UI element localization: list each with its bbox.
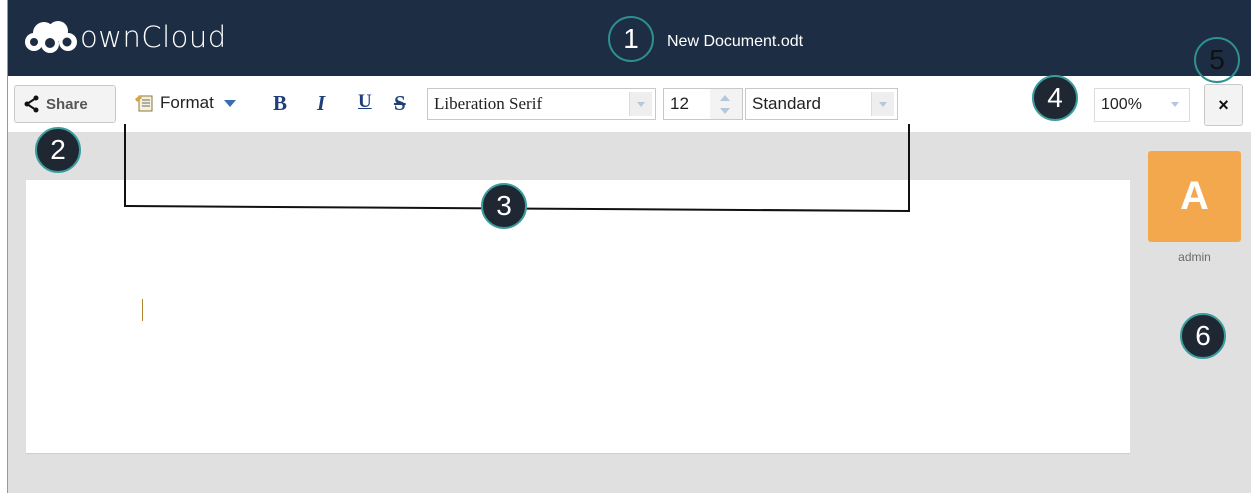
chevron-down-icon xyxy=(629,92,652,116)
format-label: Format xyxy=(160,93,214,112)
decrement-icon[interactable] xyxy=(720,108,730,114)
callout-6: 6 xyxy=(1180,313,1226,359)
user-name: admin xyxy=(1178,250,1211,264)
paragraph-style-select[interactable]: Standard xyxy=(745,88,898,120)
paragraph-style-value: Standard xyxy=(752,94,821,113)
callout-5: 5 xyxy=(1194,37,1240,83)
chevron-down-icon xyxy=(223,99,236,107)
owncloud-logo[interactable]: ownCloud xyxy=(22,12,227,62)
cloud-logo-icon xyxy=(25,21,77,53)
callout-3: 3 xyxy=(481,183,527,229)
strikethrough-button[interactable]: S xyxy=(394,91,406,116)
owncloud-documents-editor: ownCloud New Document.odt Share Format B… xyxy=(0,0,1251,493)
italic-button[interactable]: I xyxy=(317,91,325,116)
font-family-value: Liberation Serif xyxy=(434,94,543,113)
font-family-select[interactable]: Liberation Serif xyxy=(427,88,656,120)
document-title: New Document.odt xyxy=(667,33,804,50)
zoom-select[interactable]: 100% xyxy=(1094,88,1190,122)
logo-text: ownCloud xyxy=(80,20,227,54)
share-button[interactable]: Share xyxy=(14,85,116,123)
callout-2: 2 xyxy=(35,127,81,173)
font-size-stepper[interactable] xyxy=(710,88,743,120)
window-edge xyxy=(0,0,8,493)
increment-icon[interactable] xyxy=(720,95,730,101)
zoom-value: 100% xyxy=(1101,96,1142,113)
paragraph-format-icon xyxy=(135,95,153,112)
callout-4: 4 xyxy=(1032,75,1078,121)
bold-button[interactable]: B xyxy=(273,91,287,116)
chevron-down-icon xyxy=(871,92,894,116)
font-size-value: 12 xyxy=(670,94,689,113)
avatar[interactable]: A xyxy=(1148,151,1241,242)
share-label: Share xyxy=(46,95,88,113)
callout-1: 1 xyxy=(608,16,654,62)
close-icon: × xyxy=(1218,94,1229,115)
avatar-letter: A xyxy=(1180,174,1209,218)
underline-button[interactable]: U xyxy=(358,91,372,113)
chevron-down-icon xyxy=(1164,92,1186,116)
text-cursor xyxy=(142,299,143,321)
close-button[interactable]: × xyxy=(1204,84,1243,126)
document-page[interactable] xyxy=(26,180,1130,454)
font-size-input[interactable]: 12 xyxy=(663,88,711,120)
share-icon xyxy=(24,95,39,113)
format-menu[interactable]: Format xyxy=(134,93,236,113)
